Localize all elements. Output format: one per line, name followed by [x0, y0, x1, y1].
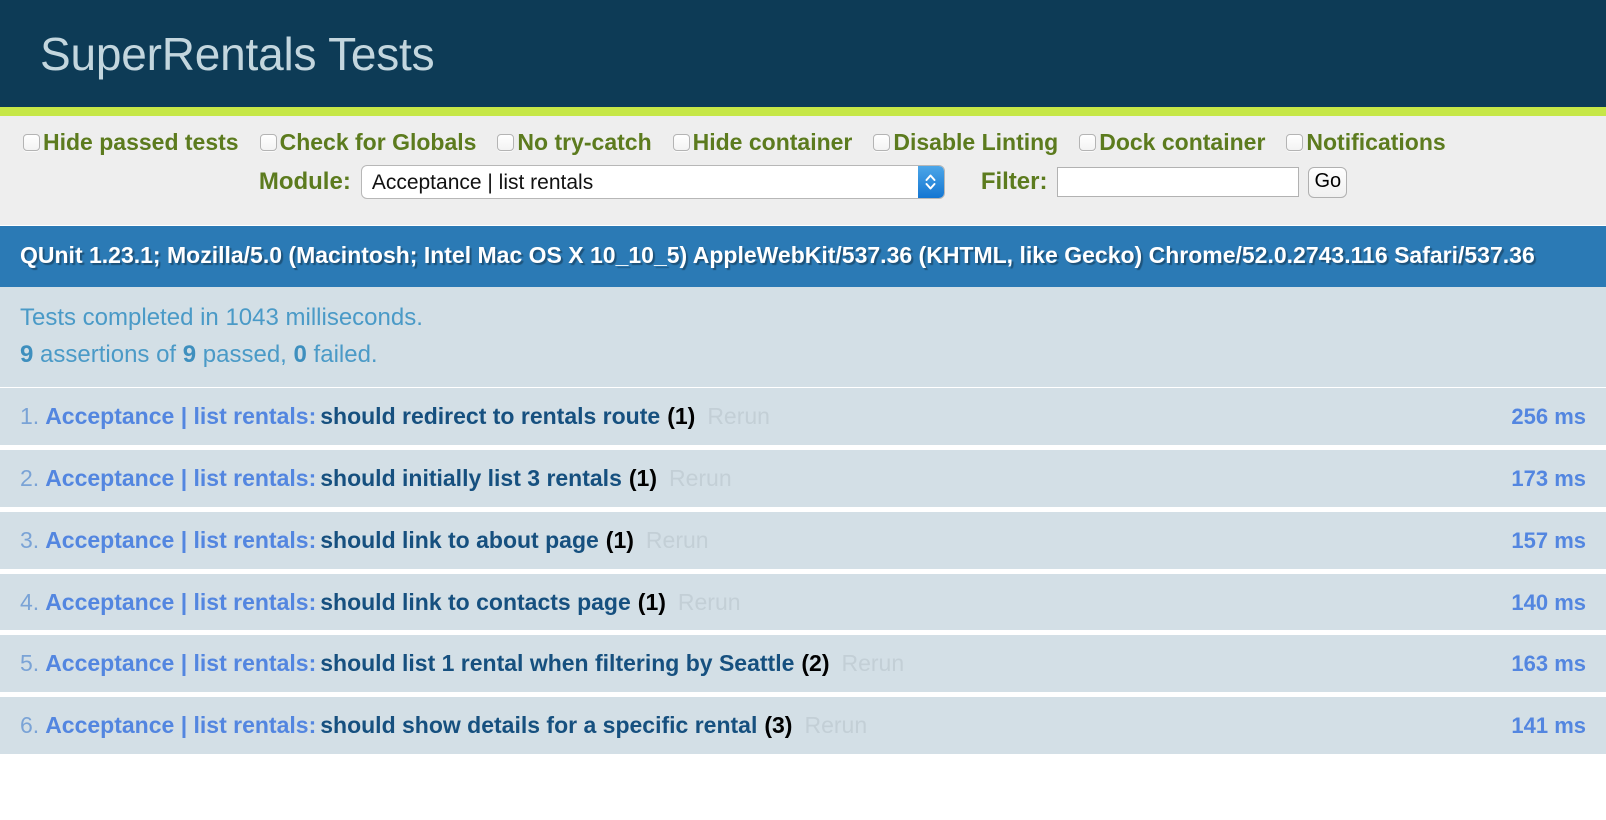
option-no-try-catch[interactable]: No try-catch: [497, 131, 651, 154]
no-try-catch-label[interactable]: No try-catch: [517, 131, 651, 154]
option-dock-container[interactable]: Dock container: [1079, 131, 1265, 154]
module-filter-label: Module:: [259, 170, 351, 194]
test-row-content: 5.Acceptance | list rentals:should list …: [20, 649, 1491, 678]
test-row[interactable]: 2.Acceptance | list rentals:should initi…: [0, 450, 1606, 512]
test-runtime: 256 ms: [1511, 403, 1586, 431]
failed-word: failed.: [307, 341, 378, 368]
assertions-failed: 0: [294, 341, 307, 368]
test-row-content: 1.Acceptance | list rentals:should redir…: [20, 402, 1491, 431]
rerun-link[interactable]: Rerun: [678, 589, 741, 615]
check-for-globals-label[interactable]: Check for Globals: [280, 131, 477, 154]
assertions-total: 9: [20, 341, 33, 368]
disable-linting-checkbox[interactable]: [873, 134, 890, 151]
option-notifications[interactable]: Notifications: [1286, 131, 1445, 154]
hide-passed-tests-checkbox[interactable]: [23, 134, 40, 151]
page-title: SuperRentals Tests: [40, 31, 434, 77]
test-module-name[interactable]: Acceptance | list rentals:: [45, 650, 316, 676]
test-row[interactable]: 6.Acceptance | list rentals:should show …: [0, 697, 1606, 759]
test-module-name[interactable]: Acceptance | list rentals:: [45, 589, 316, 615]
notifications-checkbox[interactable]: [1286, 134, 1303, 151]
test-index: 2.: [20, 465, 39, 491]
hide-container-label[interactable]: Hide container: [693, 131, 853, 154]
test-runtime: 163 ms: [1511, 650, 1586, 678]
test-row-content: 6.Acceptance | list rentals:should show …: [20, 711, 1491, 740]
test-name[interactable]: should redirect to rentals route: [320, 403, 660, 429]
dock-container-checkbox[interactable]: [1079, 134, 1096, 151]
no-try-catch-checkbox[interactable]: [497, 134, 514, 151]
test-name[interactable]: should link to contacts page: [320, 589, 631, 615]
test-name[interactable]: should list 1 rental when filtering by S…: [320, 650, 794, 676]
filter-go-button[interactable]: Go: [1308, 167, 1347, 198]
test-module-name[interactable]: Acceptance | list rentals:: [45, 465, 316, 491]
test-row[interactable]: 4.Acceptance | list rentals:should link …: [0, 574, 1606, 636]
passed-word: passed,: [196, 341, 293, 368]
test-assertion-count: (3): [764, 712, 792, 738]
tests-completed-line: Tests completed in 1043 milliseconds.: [20, 299, 1586, 336]
test-assertion-count: (1): [638, 589, 666, 615]
option-disable-linting[interactable]: Disable Linting: [873, 131, 1058, 154]
check-for-globals-checkbox[interactable]: [260, 134, 277, 151]
module-filter-wrapper[interactable]: Acceptance | list rentals: [361, 165, 945, 199]
filter-input[interactable]: [1057, 167, 1299, 197]
test-assertion-count: (2): [801, 650, 829, 676]
testrunner-toolbar: Hide passed tests Check for Globals No t…: [0, 116, 1606, 226]
qunit-runner: SuperRentals Tests Hide passed tests Che…: [0, 0, 1606, 820]
test-name[interactable]: should link to about page: [320, 527, 599, 553]
hide-passed-tests-label[interactable]: Hide passed tests: [43, 131, 239, 154]
test-module-name[interactable]: Acceptance | list rentals:: [45, 712, 316, 738]
completed-prefix: Tests completed in: [20, 304, 225, 331]
assertions-passed: 9: [183, 341, 196, 368]
rerun-link[interactable]: Rerun: [804, 712, 867, 738]
test-runtime: 140 ms: [1511, 589, 1586, 617]
test-module-name[interactable]: Acceptance | list rentals:: [45, 527, 316, 553]
module-filter-select[interactable]: Acceptance | list rentals: [361, 165, 945, 199]
test-row-content: 3.Acceptance | list rentals:should link …: [20, 526, 1491, 555]
completed-duration: 1043: [225, 304, 278, 331]
test-index: 3.: [20, 527, 39, 553]
assertions-line: 9 assertions of 9 passed, 0 failed.: [20, 336, 1586, 373]
completed-suffix: milliseconds.: [279, 304, 423, 331]
test-row-content: 4.Acceptance | list rentals:should link …: [20, 588, 1491, 617]
dock-container-label[interactable]: Dock container: [1099, 131, 1265, 154]
option-check-for-globals[interactable]: Check for Globals: [260, 131, 477, 154]
disable-linting-label[interactable]: Disable Linting: [893, 131, 1058, 154]
useragent-banner: QUnit 1.23.1; Mozilla/5.0 (Macintosh; In…: [0, 226, 1606, 287]
page-header: SuperRentals Tests: [0, 0, 1606, 116]
notifications-label[interactable]: Notifications: [1306, 131, 1445, 154]
test-name[interactable]: should initially list 3 rentals: [320, 465, 622, 491]
rerun-link[interactable]: Rerun: [842, 650, 905, 676]
rerun-link[interactable]: Rerun: [707, 403, 770, 429]
test-runtime: 173 ms: [1511, 465, 1586, 493]
assertions-mid-text: assertions of: [33, 341, 182, 368]
test-result-summary: Tests completed in 1043 milliseconds. 9 …: [0, 287, 1606, 388]
test-runtime: 157 ms: [1511, 527, 1586, 555]
rerun-link[interactable]: Rerun: [669, 465, 732, 491]
test-assertion-count: (1): [629, 465, 657, 491]
hide-container-checkbox[interactable]: [673, 134, 690, 151]
test-name[interactable]: should show details for a specific renta…: [320, 712, 757, 738]
test-assertion-count: (1): [667, 403, 695, 429]
test-row[interactable]: 1.Acceptance | list rentals:should redir…: [0, 388, 1606, 450]
test-row-content: 2.Acceptance | list rentals:should initi…: [20, 464, 1491, 493]
toolbar-filters-row: Module: Acceptance | list rentals Filter…: [20, 158, 1586, 199]
test-index: 5.: [20, 650, 39, 676]
test-runtime: 141 ms: [1511, 712, 1586, 740]
test-list: 1.Acceptance | list rentals:should redir…: [0, 388, 1606, 759]
test-row[interactable]: 5.Acceptance | list rentals:should list …: [0, 635, 1606, 697]
test-row[interactable]: 3.Acceptance | list rentals:should link …: [0, 512, 1606, 574]
option-hide-passed-tests[interactable]: Hide passed tests: [23, 131, 239, 154]
rerun-link[interactable]: Rerun: [646, 527, 709, 553]
test-index: 4.: [20, 589, 39, 615]
test-index: 1.: [20, 403, 39, 429]
text-filter-label: Filter:: [981, 170, 1048, 194]
option-hide-container[interactable]: Hide container: [673, 131, 853, 154]
toolbar-options-row: Hide passed tests Check for Globals No t…: [20, 126, 1586, 158]
test-index: 6.: [20, 712, 39, 738]
test-assertion-count: (1): [606, 527, 634, 553]
test-module-name[interactable]: Acceptance | list rentals:: [45, 403, 316, 429]
